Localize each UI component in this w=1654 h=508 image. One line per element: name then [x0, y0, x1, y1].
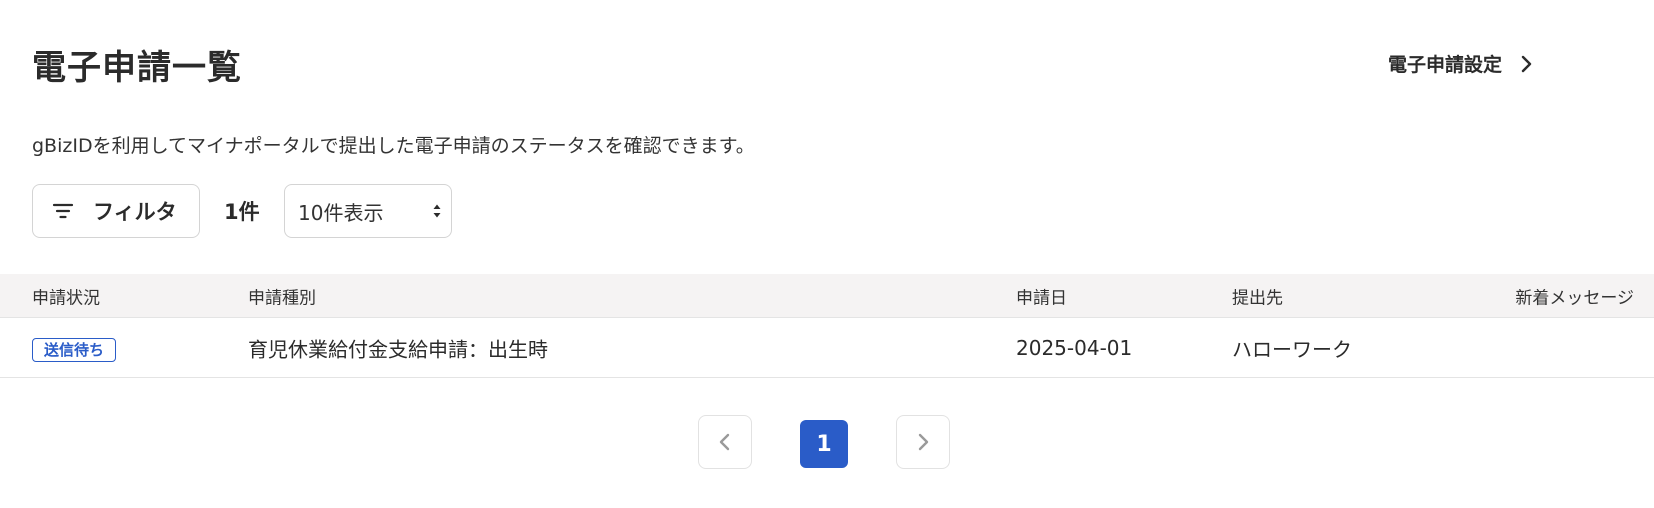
chevron-right-icon: [918, 433, 929, 451]
previous-page-button[interactable]: [698, 415, 752, 469]
page-title: 電子申請一覧: [32, 48, 242, 88]
applications-table: 申請状況 申請種別 申請日 提出先 新着メッセージ 送信待ち 育児休業給付金支給…: [0, 274, 1654, 378]
destination-cell: ハローワーク: [1232, 337, 1352, 361]
chevron-left-icon: [719, 433, 730, 451]
page-number-current[interactable]: 1: [800, 420, 848, 468]
column-header-new-message: 新着メッセージ: [1515, 288, 1634, 308]
pagination: 1: [0, 415, 1654, 469]
toolbar: フィルタ 1件 10件表示: [32, 184, 452, 238]
status-badge: 送信待ち: [32, 337, 117, 362]
page-description: gBizIDを利用してマイナポータルで提出した電子申請のステータスを確認できます…: [32, 135, 755, 157]
result-count: 1件: [224, 200, 260, 224]
per-page-value: 10件表示: [298, 200, 384, 225]
column-header-destination: 提出先: [1232, 288, 1283, 308]
per-page-select[interactable]: 10件表示: [284, 184, 452, 238]
filter-button[interactable]: フィルタ: [32, 184, 200, 238]
table-row[interactable]: 送信待ち 育児休業給付金支給申請：出生時 2025-04-01 ハローワーク: [0, 318, 1654, 378]
select-arrows-icon: [433, 204, 441, 218]
filter-button-label: フィルタ: [93, 200, 177, 224]
column-header-date: 申請日: [1016, 288, 1067, 308]
status-cell: 送信待ち: [32, 336, 117, 362]
application-date-cell: 2025-04-01: [1016, 335, 1133, 360]
filter-icon: [52, 203, 74, 219]
column-header-status: 申請状況: [32, 288, 100, 308]
next-page-button[interactable]: [896, 415, 950, 469]
column-header-type: 申請種別: [248, 288, 316, 308]
chevron-right-icon: [1521, 55, 1532, 72]
settings-link-label: 電子申請設定: [1387, 54, 1502, 76]
application-type-cell[interactable]: 育児休業給付金支給申請：出生時: [248, 333, 548, 362]
settings-link[interactable]: 電子申請設定: [1388, 50, 1536, 77]
page: 電子申請一覧 電子申請設定 gBizIDを利用してマイナポータルで提出した電子申…: [0, 0, 1654, 508]
table-header: 申請状況 申請種別 申請日 提出先 新着メッセージ: [0, 274, 1654, 318]
